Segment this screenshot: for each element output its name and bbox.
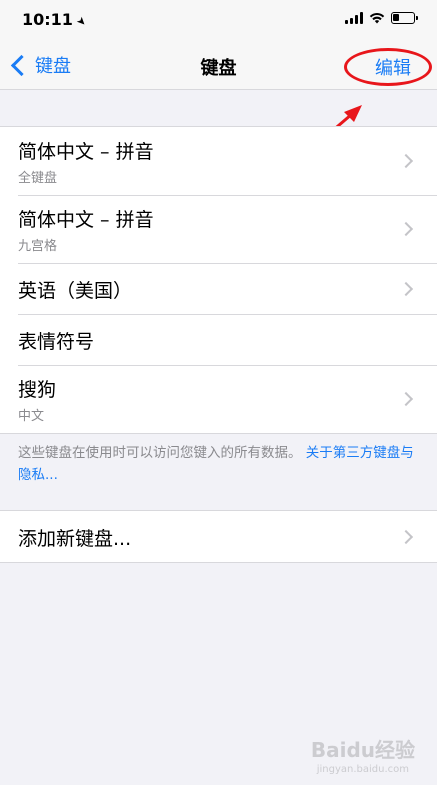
privacy-footer-text: 这些键盘在使用时可以访问您键入的所有数据。 bbox=[18, 445, 302, 461]
keyboard-item-subtitle: 九宫格 bbox=[18, 239, 58, 254]
keyboard-item-pinyin-full[interactable]: 简体中文 – 拼音 全键盘 bbox=[0, 127, 437, 195]
keyboard-item-subtitle: 全键盘 bbox=[18, 171, 58, 186]
nav-bar: 键盘 键盘 编辑 bbox=[0, 42, 437, 90]
keyboard-item-sogou[interactable]: 搜狗 中文 bbox=[0, 365, 437, 433]
keyboard-list: 简体中文 – 拼音 全键盘 简体中文 – 拼音 九宫格 英语（美国） 表情符号 … bbox=[0, 126, 437, 434]
add-keyboard-group: 添加新键盘... bbox=[0, 510, 437, 563]
keyboard-item-pinyin-9key[interactable]: 简体中文 – 拼音 九宫格 bbox=[0, 195, 437, 263]
keyboard-item-emoji[interactable]: 表情符号 bbox=[0, 314, 437, 365]
status-time: 10:11➤ bbox=[22, 10, 89, 29]
keyboard-item-title: 表情符号 bbox=[18, 331, 95, 353]
wifi-icon bbox=[369, 12, 385, 24]
keyboard-item-subtitle: 中文 bbox=[18, 409, 45, 424]
keyboard-item-title: 英语（美国） bbox=[18, 280, 133, 302]
status-bar: 10:11➤ bbox=[0, 0, 437, 42]
location-arrow-icon: ➤ bbox=[73, 13, 90, 30]
add-keyboard-label: 添加新键盘... bbox=[18, 528, 132, 550]
status-icons bbox=[345, 12, 418, 24]
battery-fill bbox=[393, 14, 399, 21]
keyboard-item-english[interactable]: 英语（美国） bbox=[0, 263, 437, 314]
battery-icon bbox=[391, 12, 418, 24]
keyboard-item-title: 简体中文 – 拼音 bbox=[18, 209, 154, 231]
watermark-url: jingyan.baidu.com bbox=[316, 764, 409, 775]
keyboard-item-title: 简体中文 – 拼音 bbox=[18, 141, 154, 163]
screen: 10:11➤ 键盘 键盘 编辑 简体中文 – 拼音 全键盘 简体中文 – 拼音 … bbox=[0, 0, 437, 785]
status-time-text: 10:11 bbox=[22, 10, 73, 29]
page-title: 键盘 bbox=[200, 58, 237, 79]
watermark: Baidu经验 bbox=[310, 738, 415, 762]
add-keyboard-button[interactable]: 添加新键盘... bbox=[0, 511, 437, 562]
keyboard-item-title: 搜狗 bbox=[18, 379, 57, 401]
privacy-footer: 这些键盘在使用时可以访问您键入的所有数据。 关于第三方键盘与隐私... bbox=[18, 442, 418, 486]
signal-icon bbox=[345, 12, 363, 24]
edit-button[interactable]: 编辑 bbox=[375, 54, 411, 80]
